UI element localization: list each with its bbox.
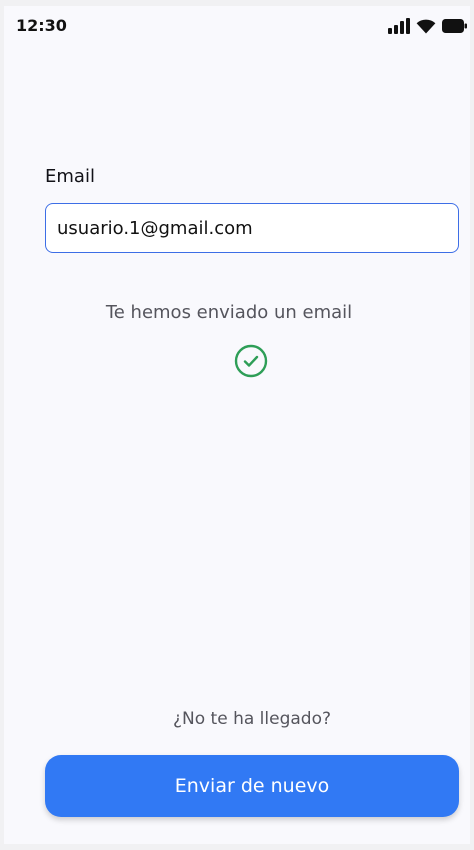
resend-button[interactable]: Enviar de nuevo: [45, 755, 459, 817]
check-circle-icon: [234, 344, 268, 378]
app-screen: 12:30 Email Te hemos enviado un email ¿N…: [0, 0, 474, 850]
status-time: 12:30: [16, 16, 67, 35]
email-sent-message: Te hemos enviado un email: [105, 302, 353, 323]
not-arrived-text: ¿No te ha llegado?: [173, 709, 331, 729]
signal-icon: [388, 18, 410, 34]
status-icons: [388, 18, 468, 34]
wifi-icon: [416, 19, 436, 34]
status-bar: 12:30: [4, 6, 474, 46]
email-label: Email: [45, 166, 95, 187]
battery-icon: [442, 19, 467, 33]
email-input[interactable]: [45, 203, 459, 253]
